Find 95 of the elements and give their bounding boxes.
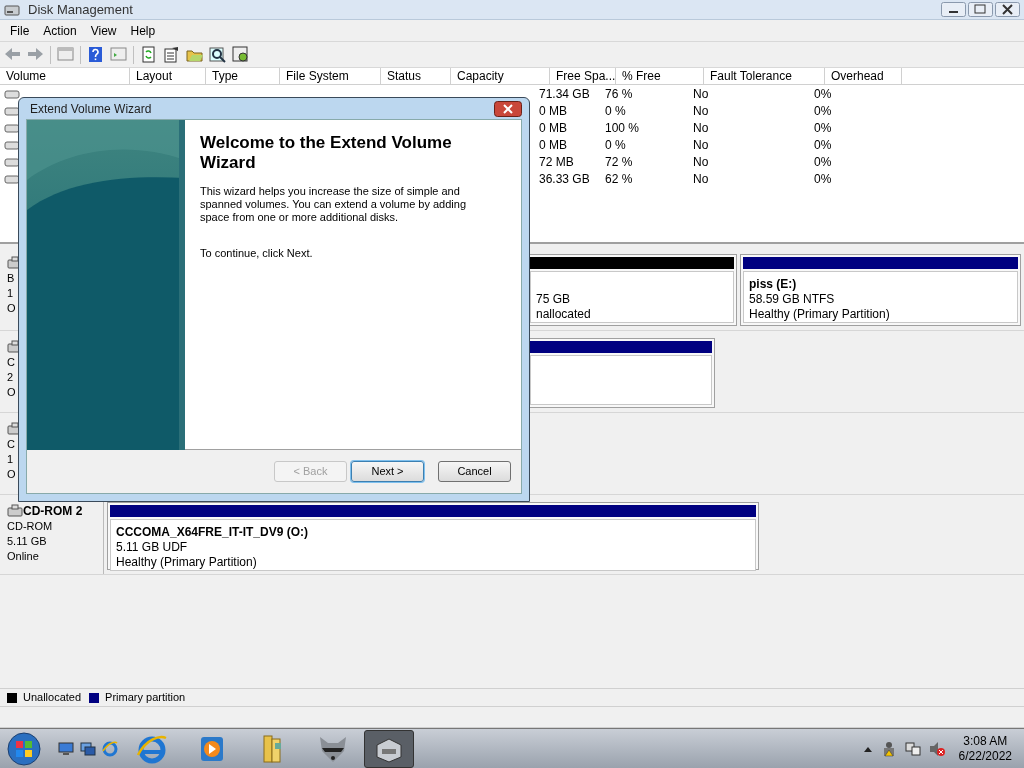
column-header[interactable]: File System xyxy=(280,68,381,84)
disk-info: B xyxy=(7,271,16,286)
table-cell-text: 72 MB xyxy=(538,153,575,171)
legend-label: Unallocated xyxy=(23,690,82,706)
table-cell-text: No xyxy=(692,153,710,171)
legend-label: Primary partition xyxy=(105,690,186,706)
magnifier-icon[interactable] xyxy=(209,46,226,63)
speaker-muted-icon[interactable] xyxy=(928,740,945,757)
disk-info: 1 xyxy=(7,452,15,467)
disk-info: C xyxy=(7,355,16,370)
partition-info: Healthy (Primary Partition) xyxy=(749,307,891,322)
network-icon[interactable] xyxy=(904,740,921,757)
table-cell-text: No xyxy=(692,85,710,103)
table-cell-text: 36.33 GB xyxy=(538,170,591,188)
properties-icon[interactable] xyxy=(163,46,180,63)
table-cell-text: 76 % xyxy=(604,85,634,103)
partition-name: piss (E:) xyxy=(749,277,798,292)
browser-icon[interactable] xyxy=(102,740,118,757)
disk-info: C xyxy=(7,437,16,452)
start-button[interactable] xyxy=(6,730,42,767)
dialog-title: Extend Volume Wizard xyxy=(29,100,152,118)
menu-item[interactable]: File xyxy=(4,21,36,40)
wizard-instruction: To continue, click Next. xyxy=(200,247,314,260)
table-cell-text: 0% xyxy=(813,102,833,120)
column-header[interactable]: Type xyxy=(206,68,280,84)
disk-info: O xyxy=(7,301,17,316)
table-cell-text: 0% xyxy=(813,85,833,103)
partition-info: nallocated xyxy=(536,307,592,322)
wizard-button[interactable]: Cancel xyxy=(438,461,511,482)
table-cell-text: 100 % xyxy=(604,119,641,137)
disk-info: 1 xyxy=(7,286,15,301)
drive-icon xyxy=(4,121,20,134)
wizard-description: This wizard helps you increase the size of simple and spanned volumes. You can extend a volume by adding space from one or more additional disks. xyxy=(200,185,468,224)
partition-info: 5.11 GB UDF xyxy=(116,540,189,555)
table-cell-text: 0 MB xyxy=(538,119,568,137)
table-cell-text: 62 % xyxy=(604,170,634,188)
table-cell-text: 0% xyxy=(813,136,833,154)
column-header[interactable]: Fault Tolerance xyxy=(704,68,825,84)
minimize-button[interactable] xyxy=(941,2,966,17)
partition[interactable]: piss (E:) 58.59 GB NTFS Healthy (Primary Partition) xyxy=(740,254,1021,326)
disk-info: O xyxy=(7,385,17,400)
table-cell-text: 0% xyxy=(813,170,833,188)
table-cell-text: No xyxy=(692,170,710,188)
table-cell-text: 72 % xyxy=(604,153,634,171)
partition-info: 58.59 GB NTFS xyxy=(749,292,836,307)
close-button[interactable] xyxy=(995,2,1020,17)
refresh-icon[interactable] xyxy=(140,46,157,63)
disk-drive-icon xyxy=(7,504,23,518)
monitor-icon[interactable] xyxy=(58,741,74,756)
clock[interactable]: 3:08 AM 6/22/2022 xyxy=(958,733,1012,764)
table-cell-text: 0% xyxy=(813,153,833,171)
table-cell-text: 0% xyxy=(813,119,833,137)
disk-info: Online xyxy=(7,549,40,564)
disk-info: 5.11 GB xyxy=(7,534,48,549)
drive-icon xyxy=(4,87,20,100)
table-cell-text: 0 % xyxy=(604,102,627,120)
disk-name: CD-ROM 2 xyxy=(23,503,83,520)
table-cell-text: 0 MB xyxy=(538,136,568,154)
drive-icon xyxy=(4,138,20,151)
window-title: Disk Management xyxy=(28,0,133,19)
disk-info: 2 xyxy=(7,370,15,385)
partition-info: 75 GB xyxy=(536,292,572,307)
column-header[interactable]: Capacity xyxy=(451,68,550,84)
column-header[interactable]: % Free xyxy=(616,68,704,84)
wizard-button[interactable]: Next > xyxy=(351,461,424,482)
taskbar-button[interactable] xyxy=(364,729,414,768)
column-header[interactable]: Overhead xyxy=(825,68,902,84)
column-header[interactable]: Free Spa... xyxy=(550,68,616,84)
help-icon[interactable] xyxy=(87,46,104,63)
menu-item[interactable]: View xyxy=(84,21,123,40)
table-cell-text: 0 MB xyxy=(538,102,568,120)
menu-item[interactable]: Action xyxy=(37,21,83,40)
drive-icon xyxy=(4,155,20,168)
disk-info: O xyxy=(7,467,17,482)
drive-icon xyxy=(4,104,20,117)
close-button[interactable] xyxy=(494,100,522,117)
menu-item[interactable]: Help xyxy=(124,21,162,40)
wizard-heading: Welcome to the Extend Volume Wizard xyxy=(200,133,453,173)
table-cell-text: 71.34 GB xyxy=(538,85,591,103)
drive-icon xyxy=(4,172,20,185)
column-header[interactable]: Volume xyxy=(0,68,130,84)
column-header[interactable]: Status xyxy=(381,68,451,84)
disk-drive-icon xyxy=(4,2,20,17)
column-header[interactable]: Layout xyxy=(130,68,206,84)
windows-stack-icon[interactable] xyxy=(80,741,96,756)
table-cell-text: No xyxy=(692,102,710,120)
partition[interactable] xyxy=(527,338,715,408)
partition[interactable]: CCCOMA_X64FRE_IT-IT_DV9 (O:) 5.11 GB UDF Healthy (Primary Partition) xyxy=(107,502,759,570)
table-cell-text: 0 % xyxy=(604,136,627,154)
table-cell-text: No xyxy=(692,136,710,154)
table-cell-text: No xyxy=(692,119,710,137)
partition[interactable]: 75 GB nallocated xyxy=(527,254,737,326)
disk-info: CD-ROM xyxy=(7,519,54,534)
partition-name: CCCOMA_X64FRE_IT-IT_DV9 (O:) xyxy=(116,525,310,540)
partition-info: Healthy (Primary Partition) xyxy=(116,555,258,570)
